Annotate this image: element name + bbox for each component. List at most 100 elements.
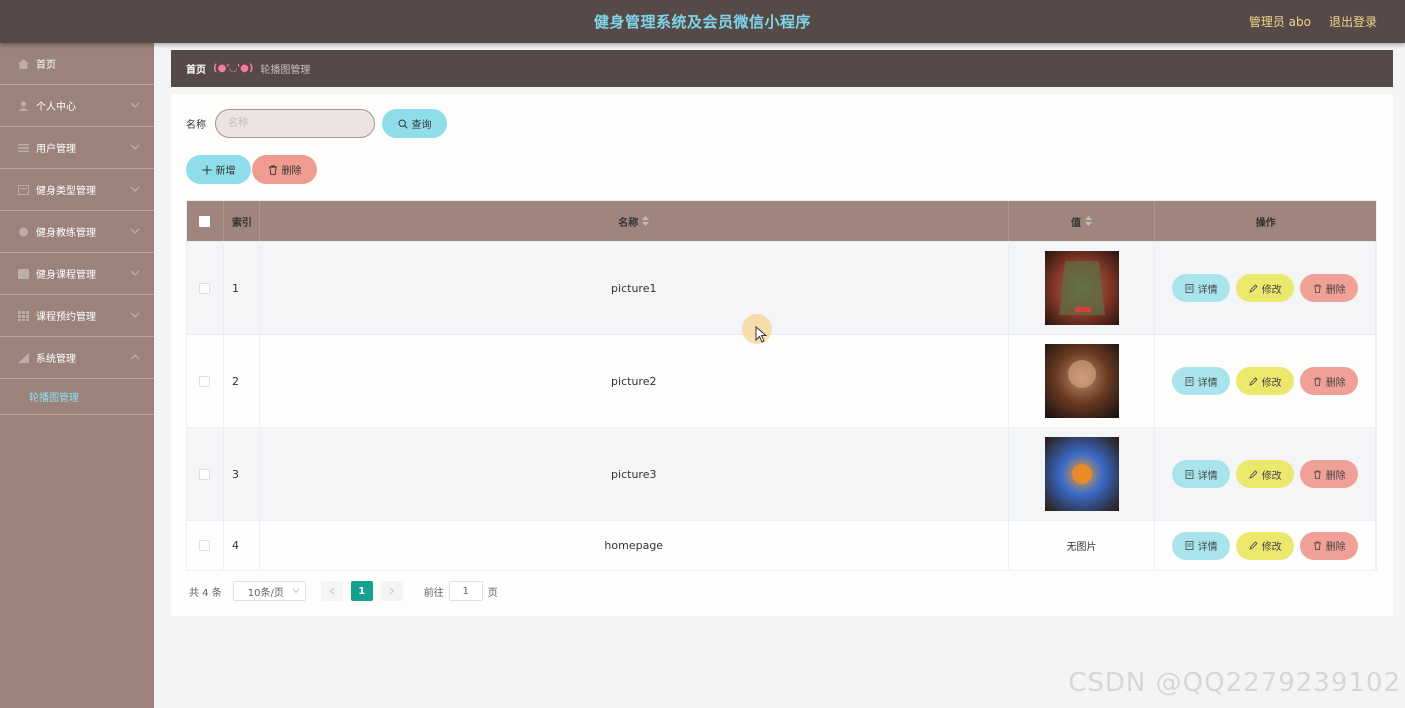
row-name: picture1	[260, 242, 1009, 334]
row-operations: 详情 修改 删除	[1155, 428, 1376, 520]
row-checkbox[interactable]	[199, 282, 211, 294]
header-index: 索引	[224, 201, 260, 241]
name-search-input[interactable]	[215, 109, 375, 138]
goto-label: 前往	[423, 587, 444, 599]
grid-icon	[18, 310, 29, 321]
edit-button[interactable]: 修改	[1236, 367, 1295, 395]
sidebar-item-system[interactable]: 系统管理	[0, 337, 154, 379]
sort-icon[interactable]	[1085, 215, 1092, 227]
row-operations: 详情 修改 删除	[1155, 335, 1376, 427]
header-value-label: 值	[1071, 217, 1081, 229]
sidebar-item-user-management[interactable]: 用户管理	[0, 127, 154, 169]
row-button-group: 详情 修改 删除	[1172, 274, 1359, 302]
chevron-down-icon	[130, 312, 140, 318]
sidebar-item-personal-center[interactable]: 个人中心	[0, 85, 154, 127]
page-size-value: 10条/页	[247, 587, 284, 599]
detail-button[interactable]: 详情	[1172, 531, 1231, 560]
trash-icon	[1313, 377, 1321, 386]
sidebar-item-coach[interactable]: 健身教练管理	[0, 211, 154, 253]
category-icon	[18, 184, 29, 195]
edit-button[interactable]: 修改	[1236, 460, 1295, 488]
watermark: CSDN @QQ2279239102	[1068, 668, 1401, 698]
trash-icon	[1313, 470, 1321, 479]
delete-button[interactable]: 删除	[1300, 531, 1359, 560]
row-button-group: 详情 修改 删除	[1172, 367, 1359, 395]
coach-icon	[18, 227, 29, 237]
batch-delete-label: 删除	[281, 166, 302, 177]
delete-button[interactable]: 删除	[1300, 367, 1359, 395]
page-size-select[interactable]: 10条/页	[232, 581, 306, 601]
sidebar-item-label: 系统管理	[36, 354, 76, 365]
sidebar-subitem-carousel[interactable]: 轮播图管理	[0, 379, 154, 415]
document-icon	[1185, 283, 1194, 293]
edit-button-label: 修改	[1261, 470, 1282, 482]
row-value	[1009, 335, 1156, 427]
detail-button[interactable]: 详情	[1172, 460, 1231, 488]
edit-button-label: 修改	[1261, 284, 1282, 296]
edit-icon	[1248, 469, 1258, 479]
carousel-image-thumbnail[interactable]	[1044, 344, 1119, 418]
edit-button[interactable]: 修改	[1236, 531, 1295, 560]
sidebar: 首页 个人中心 用户管理 健身类型管理 健身教练管理 健身课程管理 课程预约管理…	[0, 43, 154, 708]
sidebar-item-label: 首页	[36, 60, 56, 71]
chevron-down-icon	[292, 588, 300, 594]
query-button[interactable]: 查询	[382, 109, 447, 138]
sidebar-item-course[interactable]: 健身课程管理	[0, 253, 154, 295]
breadcrumb-home[interactable]: 首页	[186, 61, 206, 76]
search-bar: 名称 查询	[186, 109, 447, 138]
goto-page-input[interactable]	[448, 581, 483, 601]
row-checkbox[interactable]	[199, 375, 211, 387]
sidebar-item-booking[interactable]: 课程预约管理	[0, 295, 154, 337]
row-name: homepage	[260, 521, 1009, 570]
table-row: 2 picture2 详情 修改 删除	[187, 334, 1376, 427]
row-button-group: 详情 修改 删除	[1172, 460, 1359, 488]
sidebar-item-home[interactable]: 首页	[0, 43, 154, 85]
add-button[interactable]: 新增	[186, 155, 251, 184]
sidebar-item-label: 用户管理	[36, 144, 76, 155]
next-page-button[interactable]	[380, 581, 403, 601]
document-icon	[1185, 469, 1194, 479]
prev-page-button[interactable]	[320, 581, 343, 601]
row-index: 4	[224, 521, 260, 570]
chevron-right-icon	[389, 587, 395, 595]
sidebar-item-label: 健身课程管理	[36, 270, 96, 281]
sidebar-item-label: 个人中心	[36, 102, 76, 113]
row-checkbox[interactable]	[199, 468, 211, 480]
pagination-total: 共 4 条	[189, 587, 222, 599]
row-index: 1	[224, 242, 260, 334]
chevron-left-icon	[329, 587, 335, 595]
trash-icon	[1313, 541, 1321, 550]
page-number-button[interactable]: 1	[350, 581, 373, 601]
batch-delete-button[interactable]: 删除	[252, 155, 317, 184]
detail-button-label: 详情	[1197, 542, 1218, 553]
carousel-image-thumbnail[interactable]	[1044, 251, 1119, 325]
delete-button-label: 删除	[1325, 542, 1346, 553]
logout-link[interactable]: 退出登录	[1329, 13, 1377, 30]
detail-button[interactable]: 详情	[1172, 367, 1231, 395]
detail-button[interactable]: 详情	[1172, 274, 1231, 302]
delete-button[interactable]: 删除	[1300, 274, 1359, 302]
sidebar-item-label: 健身教练管理	[36, 228, 96, 239]
sidebar-item-label: 健身类型管理	[36, 186, 96, 197]
query-button-label: 查询	[411, 120, 432, 131]
breadcrumb-separator: (●'◡'●)	[213, 63, 254, 74]
header-value[interactable]: 值	[1009, 201, 1156, 241]
edit-button[interactable]: 修改	[1236, 274, 1295, 302]
plus-icon	[202, 165, 211, 174]
delete-button[interactable]: 删除	[1300, 460, 1359, 488]
chevron-down-icon	[130, 144, 140, 150]
select-all-checkbox[interactable]	[199, 215, 211, 227]
top-bar-right: 管理员 abo 退出登录	[1249, 0, 1377, 43]
main-content: 首页 (●'◡'●) 轮播图管理 名称 查询 新增 删除	[154, 43, 1405, 708]
carousel-image-thumbnail[interactable]	[1044, 437, 1119, 511]
sidebar-item-fitness-type[interactable]: 健身类型管理	[0, 169, 154, 211]
header-name[interactable]: 名称	[260, 201, 1009, 241]
row-check-cell	[187, 242, 224, 334]
sort-icon[interactable]	[642, 215, 650, 227]
table-row: 3 picture3 详情 修改 删除	[187, 427, 1376, 520]
header-select-all-cell	[187, 201, 224, 241]
document-icon	[1185, 541, 1194, 550]
row-checkbox[interactable]	[199, 540, 211, 551]
chevron-down-icon	[130, 102, 140, 108]
row-name: picture2	[260, 335, 1009, 427]
